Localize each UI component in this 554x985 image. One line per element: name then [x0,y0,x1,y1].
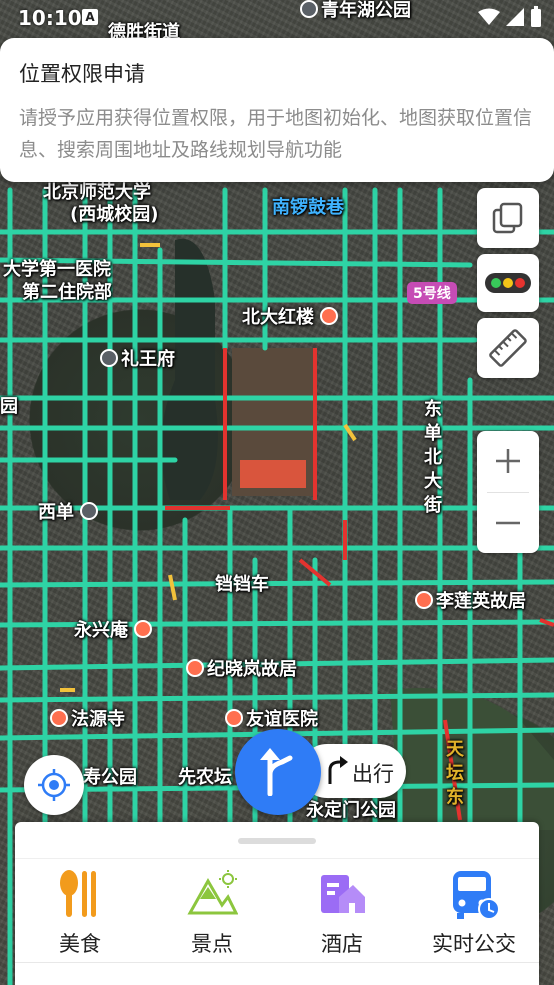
map-label-park: 寿公园 [83,767,137,788]
map-label-lilianying[interactable]: 李莲英故居 [415,587,526,613]
category-scenic[interactable]: 景点 [157,866,267,962]
ruler-icon [489,329,527,367]
permission-description: 请授予应用获得位置权限，用于地图初始化、地图获取位置信息、搜索周围地址及路线规划… [19,107,533,161]
map-label-xicheng-campus: (西城校园) [70,204,159,225]
map-label-xiannongtan: 先农坛 [178,767,232,788]
layers-button[interactable] [477,188,539,248]
permission-title: 位置权限申请 [19,62,145,86]
metro-line-5-badge[interactable]: 5号线 [407,282,457,304]
map-label-fayuansi[interactable]: 法源寺 [50,705,125,731]
poi-icon [100,349,118,367]
map-label-liwangfu[interactable]: 礼王府 [100,345,175,371]
zoom-in-button[interactable] [477,431,539,491]
plus-icon [496,449,520,473]
museum-icon [320,307,339,325]
map-label-youyi[interactable]: 友谊医院 [225,705,318,731]
wifi-icon [478,8,500,25]
status-bar: 10:10 A [0,0,554,36]
hospital-icon [225,709,243,727]
navigation-button[interactable] [235,729,321,815]
category-bus[interactable]: 实时公交 [419,866,529,962]
poi-icon [186,659,204,677]
minus-icon [496,521,520,525]
ruler-button[interactable] [477,318,539,378]
layers-icon [492,202,523,234]
poi-icon [415,591,433,609]
category-label: 美食 [59,932,101,956]
sheet-drag-handle[interactable] [238,838,316,844]
notification-a-icon: A [82,9,98,25]
map-label-nanluoguxiang: 南锣鼓巷 [272,197,344,218]
poi-icon [50,709,68,727]
traffic-toggle-button[interactable] [477,254,539,312]
map-label-xidan[interactable]: 西单 [38,498,101,524]
map-label-yongdingmen: 永定门公园 [306,800,396,821]
traffic-light-icon [485,273,531,293]
map-label-beida-honglou[interactable]: 北大红楼 [242,303,341,329]
tiananmen-gate [240,460,306,488]
category-label: 实时公交 [432,932,516,956]
category-label: 景点 [191,932,233,956]
sheet-bottom-divider [15,962,539,963]
permission-dialog: 位置权限申请 请授予应用获得位置权限，用于地图初始化、地图获取位置信息、搜索周围… [0,38,554,182]
bus-icon [446,866,502,922]
signal-icon [506,8,524,26]
map-label-tiantan: 天坛东 [446,739,464,808]
navigation-fork-icon [260,748,293,796]
map-label-dongdan: 东单北大街 [424,399,442,516]
turn-arrow-icon [328,756,348,784]
sheet-divider [15,858,539,859]
battery-icon [531,6,541,27]
poi-icon [134,620,153,638]
category-hotel[interactable]: 酒店 [287,866,397,962]
status-time: 10:10 [18,6,82,30]
category-label: 酒店 [321,932,363,956]
map-label-hospital-2: 第二住院部 [22,282,112,303]
map-label-jixiaolan[interactable]: 纪晓岚故居 [186,655,297,681]
route-label: 出行 [352,762,394,786]
zoom-out-button[interactable] [477,493,539,553]
bottom-sheet[interactable]: 美食 景点 酒店 实时公交 [15,822,539,985]
food-icon [52,866,108,922]
crosshair-icon [38,769,70,801]
zoom-control [477,431,539,553]
category-food[interactable]: 美食 [25,866,135,962]
locate-button[interactable] [24,755,84,815]
status-icons [478,6,542,28]
scenic-icon [184,866,240,922]
map-label-yongxingan[interactable]: 永兴庵 [74,616,155,642]
map-label-left-edge: 园 [0,396,18,417]
hotel-icon [314,866,370,922]
metro-icon [80,502,99,520]
map-label-dangdangche: 铛铛车 [215,574,269,595]
